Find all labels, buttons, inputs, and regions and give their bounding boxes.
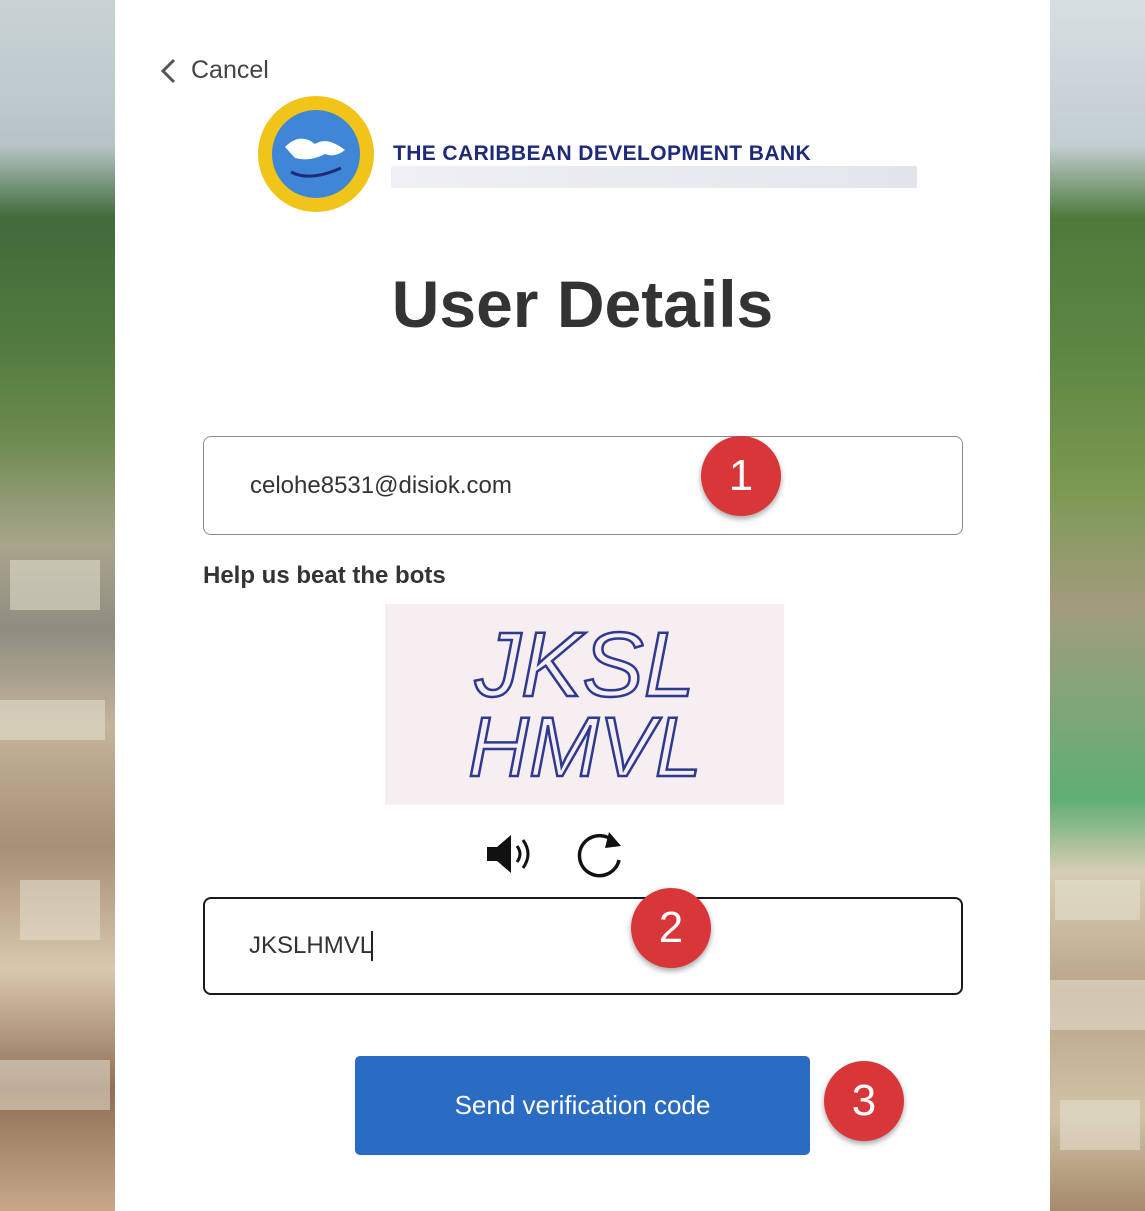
annotation-badge-3: 3 <box>824 1061 904 1141</box>
email-input[interactable] <box>248 470 962 501</box>
sign-up-panel: Cancel THE CARIBBEAN DEVELOPMENT BANK Us… <box>115 0 1050 1211</box>
captcha-image: JKSL HMVL <box>385 604 784 805</box>
background-right <box>1050 0 1145 1211</box>
bank-logo: THE CARIBBEAN DEVELOPMENT BANK <box>255 92 811 216</box>
captcha-controls <box>481 826 629 882</box>
cancel-label: Cancel <box>191 56 269 84</box>
annotation-badge-1: 1 <box>701 436 781 516</box>
captcha-code-input[interactable]: JKSLHMVL <box>249 932 373 960</box>
bank-name: THE CARIBBEAN DEVELOPMENT BANK <box>393 142 812 165</box>
bank-seal-icon <box>258 96 374 212</box>
send-verification-code-button[interactable]: Send verification code <box>355 1056 810 1155</box>
annotation-badge-2: 2 <box>631 888 711 968</box>
captcha-text-line2: HMVL <box>468 700 701 794</box>
speaker-icon[interactable] <box>481 826 537 882</box>
cancel-link[interactable]: Cancel <box>159 56 269 85</box>
bank-tagline <box>391 166 917 188</box>
text-caret <box>371 931 374 961</box>
captcha-label: Help us beat the bots <box>203 562 446 589</box>
refresh-icon[interactable] <box>573 826 629 882</box>
chevron-left-icon <box>160 58 176 83</box>
email-field[interactable] <box>203 436 963 535</box>
page-title: User Details <box>391 267 774 341</box>
captcha-code-field[interactable]: JKSLHMVL <box>203 897 963 995</box>
background-left <box>0 0 115 1211</box>
